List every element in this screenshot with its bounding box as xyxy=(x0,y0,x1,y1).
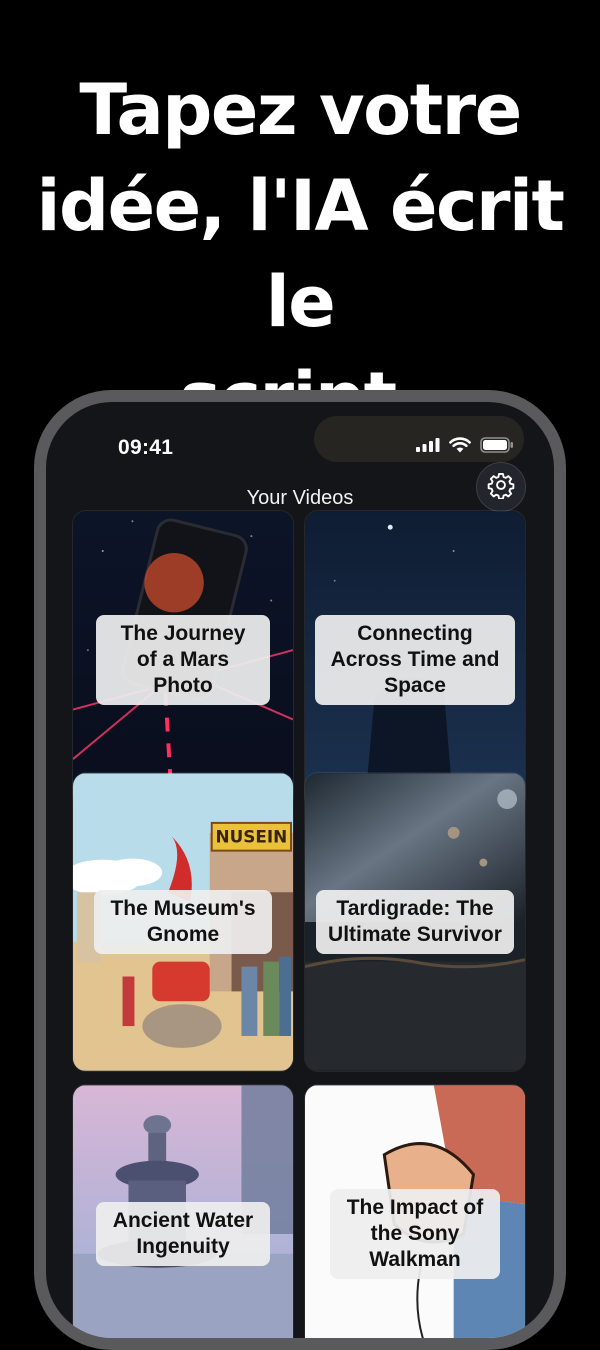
headline: Tapez votre idée, l'IA écrit le script. xyxy=(0,62,600,446)
cellular-signal-icon xyxy=(416,438,440,457)
video-card[interactable]: The Impact of the Sony Walkman xyxy=(304,1084,526,1338)
video-title: The Impact of the Sony Walkman xyxy=(330,1189,500,1279)
video-card[interactable]: Connecting Across Time and Space xyxy=(304,510,526,810)
video-title: Connecting Across Time and Space xyxy=(315,615,515,705)
settings-button[interactable] xyxy=(476,462,526,512)
headline-line-1: Tapez votre xyxy=(79,69,522,151)
status-icons xyxy=(416,437,514,458)
video-card[interactable]: NUSEIN The Museum's Gnome xyxy=(72,772,294,1072)
video-title: Ancient Water Ingenuity xyxy=(96,1202,270,1266)
headline-line-2: idée, l'IA écrit le xyxy=(36,165,565,343)
video-title: The Journey of a Mars Photo xyxy=(96,615,270,705)
museum-sign: NUSEIN xyxy=(216,827,288,847)
gear-icon xyxy=(487,471,515,504)
video-card[interactable]: Tardigrade: The Ultimate Survivor xyxy=(304,772,526,1072)
video-card[interactable]: The Journey of a Mars Photo xyxy=(72,510,294,810)
phone-frame: 09:41 Your Videos The Journey of a Mars … xyxy=(34,390,566,1350)
battery-icon xyxy=(480,437,514,458)
video-title: The Museum's Gnome xyxy=(94,890,272,954)
phone-screen: 09:41 Your Videos The Journey of a Mars … xyxy=(46,402,554,1338)
video-title: Tardigrade: The Ultimate Survivor xyxy=(316,890,514,954)
video-card[interactable]: Ancient Water Ingenuity xyxy=(72,1084,294,1338)
wifi-icon xyxy=(449,437,471,458)
status-time: 09:41 xyxy=(118,436,174,459)
